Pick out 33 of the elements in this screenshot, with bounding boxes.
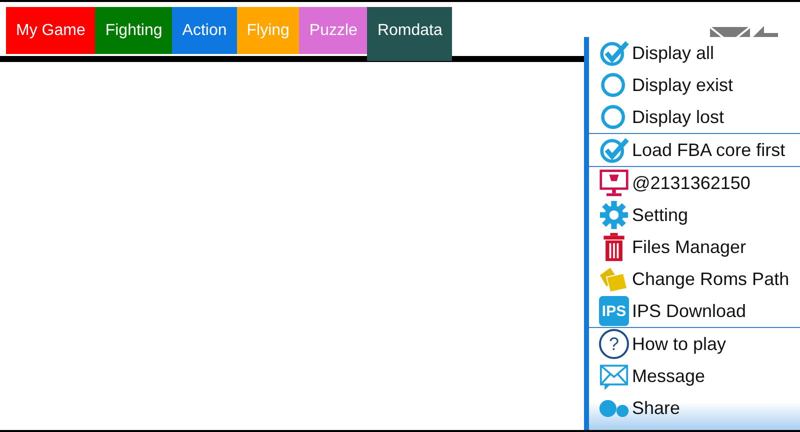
menu-item[interactable]: Files Manager [589, 231, 800, 263]
category-tab[interactable]: My Game [6, 7, 96, 54]
menu-label: Display lost [632, 106, 724, 128]
help-icon: ? [599, 329, 629, 359]
menu-label: Share [632, 398, 680, 418]
menu-label: Change Roms Path [632, 268, 790, 290]
ips-icon: IPS [599, 296, 629, 326]
menu-item[interactable]: Share [589, 392, 800, 424]
menu-label: Display exist [632, 74, 734, 96]
menu-label: IPS Download [632, 300, 746, 322]
menu-item[interactable]: Load FBA core first [589, 134, 800, 166]
menu-item[interactable]: Display exist [589, 69, 800, 101]
menu-item[interactable]: IPS IPS Download [589, 295, 800, 327]
people-icon [599, 400, 629, 416]
menu-item[interactable]: Message [589, 360, 800, 392]
menu-item[interactable]: Change Roms Path [589, 263, 800, 295]
menu-label: Message [632, 366, 706, 386]
menu-label: Files Manager [632, 236, 746, 258]
menu-label: Display all [632, 42, 714, 64]
menu-label: Setting [632, 204, 688, 226]
menu-item[interactable]: @2131362150 [589, 167, 800, 199]
gear-icon [599, 200, 629, 230]
menu-label: @2131362150 [632, 172, 750, 194]
category-tab[interactable]: Fighting [95, 7, 172, 54]
menu-item[interactable]: Setting [589, 199, 800, 231]
category-tab[interactable]: Action [172, 7, 237, 54]
menu-label: Load FBA core first [632, 140, 786, 160]
menu-item[interactable]: Display lost [589, 101, 800, 133]
menu-item[interactable]: ? How to play [589, 328, 800, 360]
menu-item[interactable]: Display all [589, 37, 800, 69]
category-tab[interactable]: Romdata [367, 7, 452, 61]
menu-label: How to play [632, 334, 726, 354]
monitor-icon [599, 168, 629, 198]
